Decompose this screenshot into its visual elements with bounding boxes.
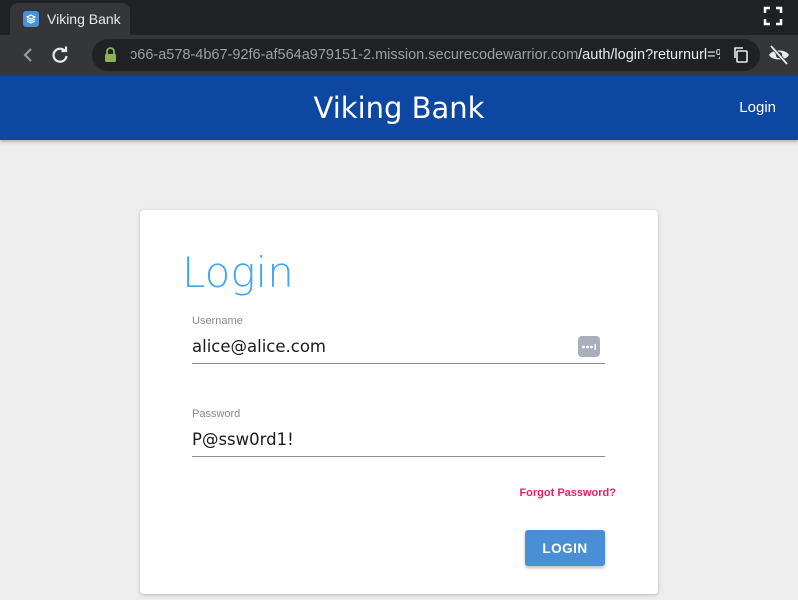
fullscreen-icon[interactable] [762, 5, 784, 27]
browser-tab[interactable]: Viking Bank [10, 3, 130, 35]
address-bar[interactable]: ɔ66-a578-4b67-92f6-af564a979151-2.missio… [92, 39, 760, 71]
brand-title: Viking Bank [313, 91, 485, 125]
url-host: ɔ66-a578-4b67-92f6-af564a979151-2.missio… [130, 47, 579, 63]
tab-title: Viking Bank [47, 11, 121, 27]
eye-off-icon[interactable] [767, 44, 791, 71]
forgot-password-link[interactable]: Forgot Password? [519, 487, 616, 499]
browser-tabstrip: Viking Bank [0, 0, 798, 35]
url-path: /auth/login?returnurl=%2F [578, 47, 720, 63]
username-underline [192, 363, 605, 364]
password-label: Password [192, 408, 241, 420]
page-title: Login [182, 248, 294, 297]
lock-icon [104, 47, 117, 68]
browser-toolbar: ɔ66-a578-4b67-92f6-af564a979151-2.missio… [0, 35, 798, 76]
login-card: Login Username Password Forgot Password?… [140, 210, 658, 594]
url-text[interactable]: ɔ66-a578-4b67-92f6-af564a979151-2.missio… [130, 39, 720, 71]
reload-icon[interactable] [48, 43, 72, 67]
password-underline [192, 456, 605, 457]
copy-icon[interactable] [732, 46, 750, 69]
app-header: Viking Bank Login [0, 76, 798, 140]
username-label: Username [192, 315, 243, 327]
stack-icon [23, 11, 39, 27]
password-manager-icon[interactable] [578, 336, 600, 357]
username-input[interactable] [192, 331, 605, 361]
login-button[interactable]: LOGIN [525, 530, 605, 566]
nav-login-link[interactable]: Login [739, 76, 776, 140]
back-icon[interactable] [16, 43, 40, 67]
password-input[interactable] [192, 424, 605, 454]
